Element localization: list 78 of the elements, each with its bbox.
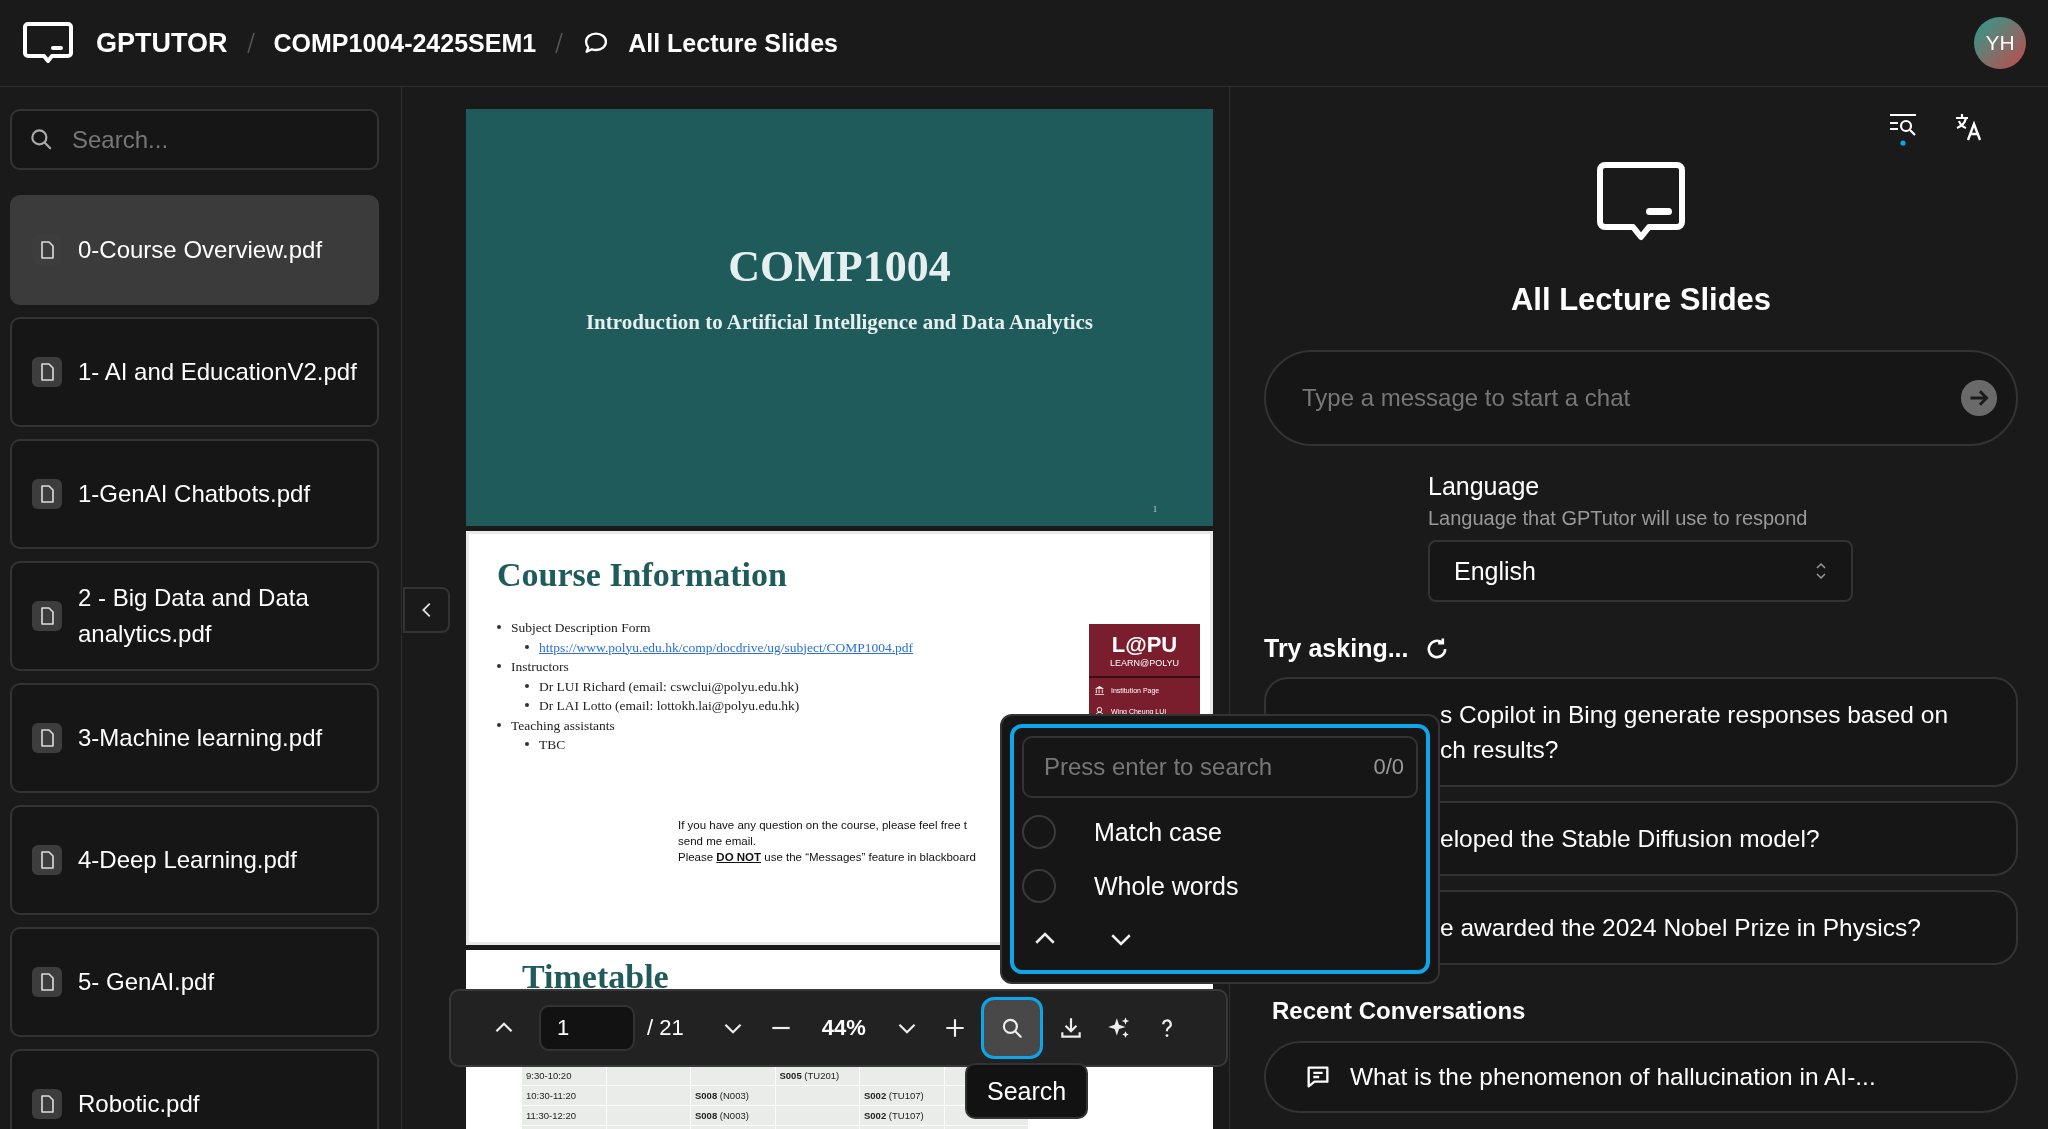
note-text: If you have any question on the course, please feel free t xyxy=(678,817,967,833)
logo-icon xyxy=(22,21,74,65)
section-title: Try asking... xyxy=(1264,634,1409,663)
send-icon[interactable] xyxy=(1960,379,1998,417)
file-item[interactable]: 2 - Big Data and Data analytics.pdf xyxy=(10,561,379,671)
note-text: send me email. xyxy=(678,833,756,849)
suggestion-text: s Copilot in Bing generate responses based on xyxy=(1440,700,1950,730)
breadcrumb-current: All Lecture Slides xyxy=(628,28,838,58)
file-item[interactable]: 1-GenAI Chatbots.pdf xyxy=(10,439,379,549)
page-number: 1 xyxy=(1153,505,1157,514)
file-item[interactable]: 3-Machine learning.pdf xyxy=(10,683,379,793)
portal-tagline: LEARN@POLYU xyxy=(1109,658,1180,668)
updown-icon xyxy=(1815,561,1827,581)
bullet-text: Instructors xyxy=(511,659,569,674)
search-button[interactable] xyxy=(983,1000,1040,1056)
checkbox[interactable] xyxy=(1022,869,1056,903)
link[interactable]: https://www.polyu.edu.hk/comp/docdrive/ug/subject/COMP1004.pdf xyxy=(539,639,914,655)
option-label: Match case xyxy=(1094,817,1222,847)
table-cell: S008 (N003) xyxy=(695,1090,749,1101)
person-icon xyxy=(1094,706,1105,717)
slash-icon xyxy=(554,31,565,55)
file-item[interactable]: 5- GenAI.pdf xyxy=(10,927,379,1037)
language-select[interactable]: English xyxy=(1428,540,1853,602)
tooltip: Search xyxy=(965,1063,1089,1119)
building-icon xyxy=(1094,685,1105,696)
slash-icon xyxy=(245,31,256,55)
brand-name[interactable]: GPTUTOR xyxy=(96,27,228,59)
slide-subtitle: Introduction to Artificial Intelligence and Data Analytics xyxy=(585,310,1094,335)
bullet-text: Dr LAI Lotto (email: lottokh.lai@polyu.edu.hk) xyxy=(539,698,800,713)
file-item[interactable]: 1- AI and EducationV2.pdf xyxy=(10,317,379,427)
translate-icon[interactable] xyxy=(1954,112,1984,142)
file-icon xyxy=(32,357,62,387)
file-icon xyxy=(32,723,62,753)
file-icon xyxy=(32,479,62,509)
page-count: / 21 xyxy=(647,1015,684,1041)
page-number-field[interactable]: 1 xyxy=(539,1005,635,1051)
note-text: Please DO NOT use the “Messages” feature in blackboard xyxy=(678,849,976,865)
bullet-text: Teaching assistants xyxy=(511,717,615,733)
table-cell: S005 (TU201) xyxy=(779,1070,840,1081)
search-icon xyxy=(28,126,54,152)
checkbox[interactable] xyxy=(1022,815,1056,849)
search-field[interactable]: Search... xyxy=(10,109,379,170)
slide-title: Course Information xyxy=(497,556,788,594)
table-cell: S002 (TU107) xyxy=(864,1090,924,1101)
file-item[interactable]: 4-Deep Learning.pdf xyxy=(10,805,379,915)
table-cell: 10:30-11:20 xyxy=(526,1090,576,1101)
message-field[interactable]: Type a message to start a chat xyxy=(1264,350,2018,446)
language-description: Language that GPTutor will use to respond xyxy=(1428,507,1809,530)
match-count: 0/0 xyxy=(1373,754,1404,780)
chat-title: All Lecture Slides xyxy=(1509,282,1773,318)
bullet-text: Dr LUI Richard (email: cswclui@polyu.edu.hk) xyxy=(539,678,799,694)
suggestion-text: eloped the Stable Diffusion model? xyxy=(1440,824,1821,854)
file-icon xyxy=(32,967,62,997)
search-list-icon[interactable] xyxy=(1888,112,1918,146)
slide-title: COMP1004 xyxy=(728,241,951,292)
bullet-text: TBC xyxy=(539,737,566,752)
file-icon xyxy=(32,601,62,631)
table-cell: 11:30-12:20 xyxy=(526,1110,576,1121)
file-item[interactable]: 0-Course Overview.pdf xyxy=(10,195,379,305)
conversation-item[interactable]: What is the phenomenon of hallucination in AI-... xyxy=(1264,1041,2018,1113)
section-title: Recent Conversations xyxy=(1272,997,1527,1025)
suggestion-text: ch results? xyxy=(1440,735,1560,765)
option-label: Whole words xyxy=(1094,871,1239,901)
zoom-level: 44% xyxy=(821,1015,866,1041)
table-cell: S008 (N003) xyxy=(695,1110,749,1121)
file-icon xyxy=(32,845,62,875)
language-label: Language xyxy=(1428,472,1541,501)
bullet-text: Subject Description Form xyxy=(511,620,651,635)
table-cell: 9:30-10:20 xyxy=(526,1070,572,1081)
table-cell: S002 (TU107) xyxy=(864,1110,924,1121)
suggestion-text: e awarded the 2024 Nobel Prize in Physics? xyxy=(1440,913,1922,943)
slide-title: Timetable xyxy=(522,958,670,996)
portal-logo: L@PU xyxy=(1110,634,1179,656)
logo-icon xyxy=(1597,162,1685,242)
file-item[interactable]: Robotic.pdf xyxy=(10,1049,379,1129)
file-icon xyxy=(32,1089,62,1119)
breadcrumb-link[interactable]: COMP1004-2425SEM1 xyxy=(273,28,537,58)
user-avatar[interactable]: YH xyxy=(1974,17,2026,69)
